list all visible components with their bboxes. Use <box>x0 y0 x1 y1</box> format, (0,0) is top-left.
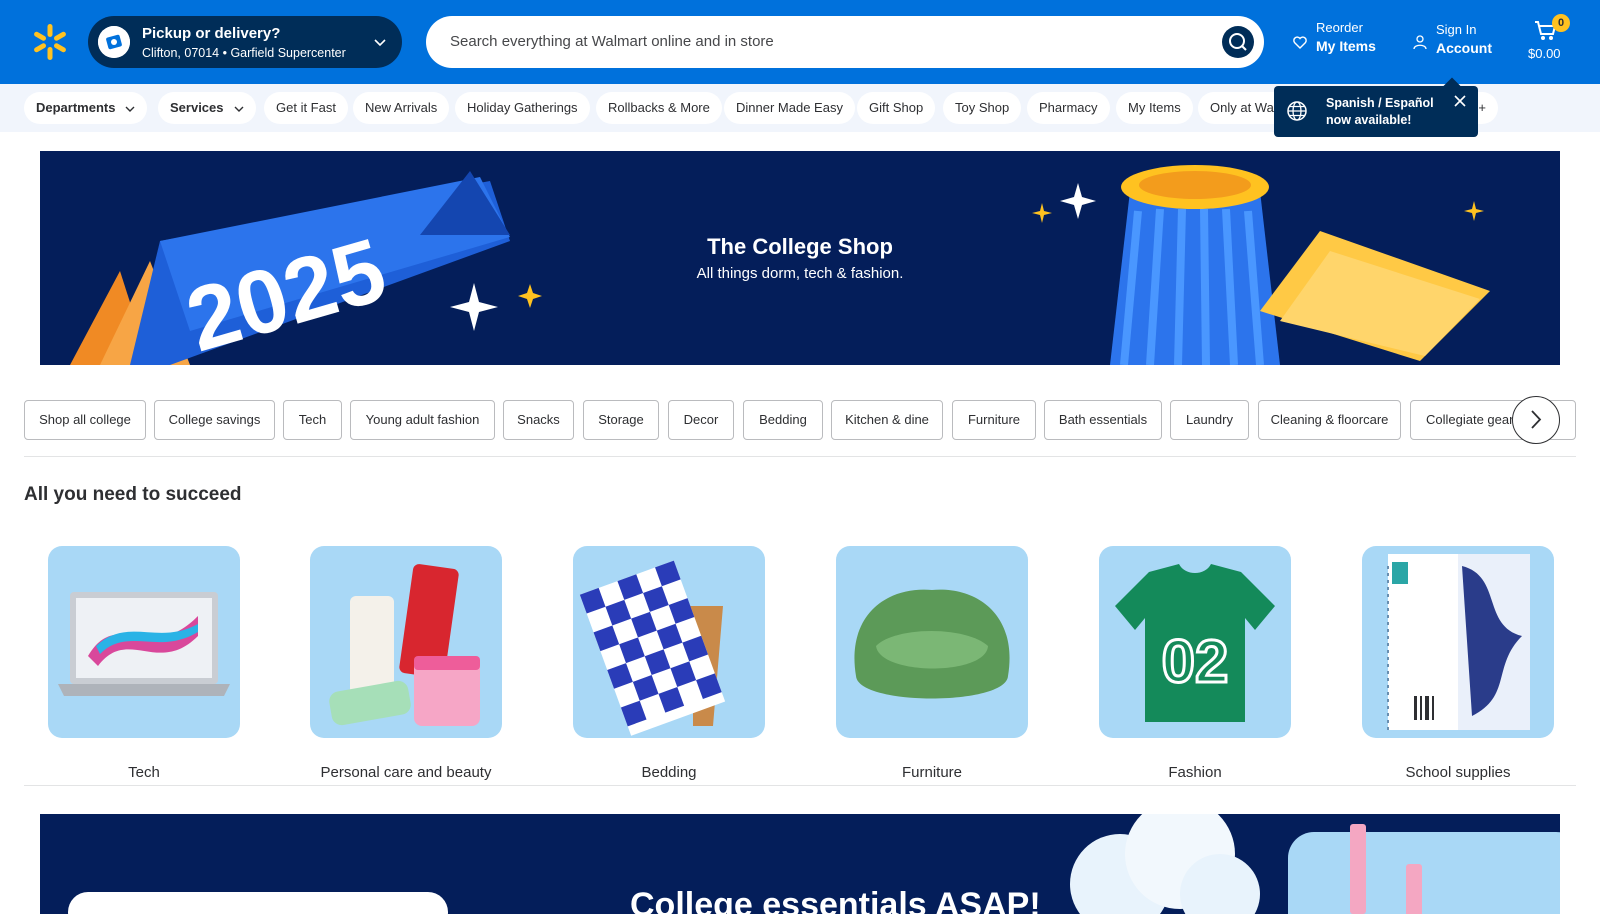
my-items-label: My Items <box>1316 38 1376 54</box>
college-category-chips: Shop all college College savings Tech Yo… <box>24 400 1576 442</box>
nav-item-get-it-fast[interactable]: Get it Fast <box>264 92 348 124</box>
tumbler-and-notes-illustration <box>1032 165 1490 365</box>
chip-young-adult-fashion[interactable]: Young adult fashion <box>350 400 495 440</box>
nav-item-new-arrivals[interactable]: New Arrivals <box>353 92 450 124</box>
chip-storage[interactable]: Storage <box>583 400 659 440</box>
account-link[interactable]: Sign In Account <box>1436 22 1492 56</box>
nav-item-gift-shop[interactable]: Gift Shop <box>857 92 936 124</box>
svg-text:02: 02 <box>1162 628 1229 695</box>
chip-laundry[interactable]: Laundry <box>1170 400 1249 440</box>
chevron-right-icon <box>1531 410 1542 429</box>
chip-tech[interactable]: Tech <box>283 400 342 440</box>
language-line-1: Spanish / Español <box>1326 96 1434 110</box>
tile-label: Furniture <box>901 764 963 781</box>
language-line-2: now available! <box>1326 113 1412 127</box>
user-icon <box>1413 35 1427 50</box>
divider <box>24 456 1576 457</box>
walmart-spark-logo[interactable] <box>30 22 70 62</box>
services-label: Services <box>170 100 224 115</box>
nav-item-my-items[interactable]: My Items <box>1116 92 1193 124</box>
search-icon <box>1229 33 1247 51</box>
cart-count-badge: 0 <box>1552 14 1570 32</box>
chip-snacks[interactable]: Snacks <box>503 400 574 440</box>
globe-icon <box>1287 101 1307 121</box>
nav-item-toy-shop[interactable]: Toy Shop <box>943 92 1022 124</box>
close-icon[interactable] <box>1454 95 1466 107</box>
chip-bedding[interactable]: Bedding <box>743 400 823 440</box>
bean-bag-image <box>836 546 1028 738</box>
departments-menu[interactable]: Departments <box>24 92 148 124</box>
chip-furniture[interactable]: Furniture <box>952 400 1036 440</box>
pickup-location: Clifton, 07014 • Garfield Supercenter <box>142 46 346 60</box>
cart-button[interactable]: 0 $0.00 <box>1528 14 1570 64</box>
departments-label: Departments <box>36 100 116 115</box>
tile-label: Fashion <box>1168 764 1222 781</box>
chevron-down-icon <box>374 39 386 47</box>
nav-item-rollbacks[interactable]: Rollbacks & More <box>596 92 722 124</box>
nav-item-pharmacy[interactable]: Pharmacy <box>1027 92 1110 124</box>
chevron-down-icon <box>234 106 243 112</box>
site-header: Pickup or delivery? Clifton, 07014 • Gar… <box>0 0 1600 84</box>
reorder-label: Reorder <box>1316 20 1363 35</box>
chevron-down-icon <box>125 106 135 112</box>
chips-next-button[interactable] <box>1512 396 1560 444</box>
chip-bath-essentials[interactable]: Bath essentials <box>1044 400 1162 440</box>
store-location-icon <box>98 26 130 58</box>
planner-image <box>1362 546 1554 738</box>
beauty-products-image <box>310 546 502 738</box>
reorder-link[interactable]: Reorder My Items <box>1316 20 1376 54</box>
sign-in-label: Sign In <box>1436 22 1477 37</box>
bedding-image <box>573 546 765 738</box>
language-tooltip-text: Spanish / Español now available! <box>1326 95 1434 129</box>
jersey-image: 02 <box>1099 546 1291 738</box>
search-bar[interactable]: Search everything at Walmart online and … <box>426 16 1264 68</box>
language-tooltip: Spanish / Español now available! <box>1274 77 1478 137</box>
pickup-title: Pickup or delivery? <box>142 25 281 42</box>
services-menu[interactable]: Services <box>158 92 256 124</box>
nav-item-holiday-gatherings[interactable]: Holiday Gatherings <box>455 92 590 124</box>
heart-icon <box>1293 36 1307 49</box>
chip-cleaning-floorcare[interactable]: Cleaning & floorcare <box>1258 400 1401 440</box>
nav-item-dinner-made-easy[interactable]: Dinner Made Easy <box>724 92 855 124</box>
cart-total: $0.00 <box>1528 46 1561 61</box>
tile-label: Personal care and beauty <box>320 764 492 781</box>
promo-illustration <box>1070 814 1560 914</box>
search-button[interactable] <box>1222 26 1254 58</box>
search-input[interactable]: Search everything at Walmart online and … <box>450 33 774 50</box>
chip-college-savings[interactable]: College savings <box>154 400 275 440</box>
college-shop-hero-banner[interactable]: 2025 The College Shop All things dorm, t… <box>40 151 1560 365</box>
account-label: Account <box>1436 40 1492 56</box>
tile-label: School supplies <box>1405 764 1511 781</box>
promo-banner[interactable]: College essentials ASAP! <box>40 814 1560 914</box>
chip-decor[interactable]: Decor <box>668 400 734 440</box>
chip-shop-all-college[interactable]: Shop all college <box>24 400 146 440</box>
chip-kitchen-dine[interactable]: Kitchen & dine <box>831 400 943 440</box>
laptop-image <box>48 546 240 738</box>
pickup-delivery-selector[interactable]: Pickup or delivery? Clifton, 07014 • Gar… <box>88 16 402 68</box>
tile-label: Bedding <box>641 764 697 781</box>
promo-search-pill[interactable] <box>68 892 448 914</box>
divider <box>24 785 1576 786</box>
promo-title: College essentials ASAP! <box>630 886 1041 914</box>
tile-label: Tech <box>128 764 160 781</box>
section-title: All you need to succeed <box>24 484 242 505</box>
